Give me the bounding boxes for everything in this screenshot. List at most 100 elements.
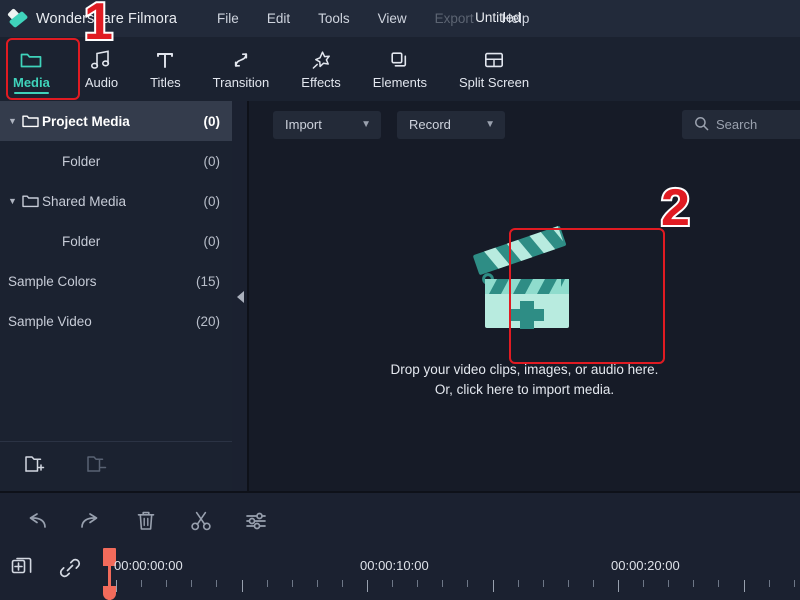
folder-icon (22, 194, 42, 208)
sidebar-item-count: (0) (203, 153, 221, 169)
ruler-tick-major (367, 580, 368, 592)
ruler-tick-major (116, 580, 117, 592)
tab-elements[interactable]: Elements (357, 37, 443, 101)
ruler-tick-minor (341, 580, 343, 587)
sidebar-item-count: (0) (203, 113, 221, 129)
ruler-area[interactable]: 00:00:00:00 00:00:10:00 00:00:20:00 (103, 548, 800, 600)
media-library-sidebar: ▼ Project Media (0) Folder (0) ▼ Shared … (0, 101, 232, 441)
media-panel-toolbar: Import ▼ Record ▼ Search (249, 101, 800, 148)
ruler-tick-minor (266, 580, 268, 587)
ruler-tick-minor (668, 580, 670, 587)
split-screen-icon (483, 48, 505, 72)
tab-audio[interactable]: Audio (63, 37, 134, 101)
dropzone-line-1: Drop your video clips, images, or audio … (390, 362, 659, 377)
timeline-ruler[interactable]: 00:00:00:00 00:00:10:00 00:00:20:00 (0, 548, 800, 600)
chevron-down-icon[interactable]: ▼ (8, 116, 22, 126)
sidebar-item-sample-colors[interactable]: Sample Colors (15) (0, 261, 232, 301)
search-input[interactable]: Search (716, 117, 757, 132)
sidebar-item-project-folder[interactable]: Folder (0) (0, 141, 232, 181)
folder-icon (22, 114, 42, 128)
dropzone-line-2: Or, click here to import media. (434, 382, 615, 397)
text-t-icon (155, 48, 175, 72)
menu-item-export: Export (434, 11, 474, 26)
sliders-icon[interactable] (242, 507, 270, 535)
link-icon[interactable] (58, 556, 82, 585)
ruler-tick-minor (467, 580, 469, 587)
sidebar-item-label: Sample Video (8, 313, 92, 329)
sidebar-item-count: (15) (195, 273, 220, 289)
ruler-tick-minor (643, 580, 645, 587)
ruler-tick-minor (216, 580, 218, 587)
dropzone-message: Drop your video clips, images, or audio … (391, 360, 659, 400)
search-box[interactable]: Search (682, 110, 800, 139)
tab-media-label: Media (13, 75, 50, 90)
folder-icon (20, 48, 42, 72)
import-button[interactable]: Import ▼ (273, 110, 381, 139)
ruler-tick-minor (542, 580, 544, 587)
timeline-toolbar (0, 493, 800, 548)
app-name: Wondershare Filmora (36, 10, 178, 27)
menu-item-view[interactable]: View (364, 8, 421, 29)
filmora-diamond-logo-icon (6, 7, 30, 31)
sidebar-item-sample-video[interactable]: Sample Video (20) (0, 301, 232, 341)
tab-elements-label: Elements (372, 75, 427, 90)
tab-split-screen-label: Split Screen (459, 75, 530, 90)
sidebar-item-label: Folder (62, 233, 101, 249)
trash-icon[interactable] (132, 507, 160, 535)
tab-transition-label: Transition (212, 75, 270, 90)
scissors-icon[interactable] (187, 507, 215, 535)
menu-item-tools[interactable]: Tools (304, 8, 364, 29)
tool-tab-bar: Media Audio Titles Transition Effects El… (0, 37, 800, 101)
ruler-tick-minor (141, 580, 143, 587)
ruler-tick-minor (166, 580, 168, 587)
menu-item-help[interactable]: Help (488, 8, 544, 29)
media-dropzone[interactable]: Drop your video clips, images, or audio … (249, 148, 800, 491)
sidebar-item-count: (0) (203, 193, 221, 209)
ruler-tick-minor (592, 580, 594, 587)
sidebar-collapse-handle[interactable] (234, 288, 246, 306)
sidebar-item-project-media[interactable]: ▼ Project Media (0) (0, 101, 232, 141)
media-panel: Import ▼ Record ▼ Search Drop your video… (249, 101, 800, 491)
ruler-tick-minor (718, 580, 720, 587)
sidebar-item-count: (0) (203, 233, 221, 249)
sidebar-footer (0, 441, 232, 491)
ruler-label-20: 00:00:20:00 (611, 558, 680, 573)
tab-media[interactable]: Media (0, 37, 63, 101)
ruler-tick-minor (442, 580, 444, 587)
sidebar-item-label: Shared Media (42, 193, 127, 209)
sidebar-item-label: Project Media (42, 113, 130, 129)
import-button-label: Import (285, 117, 322, 132)
chevron-down-icon: ▼ (485, 119, 495, 130)
folder-remove-icon (86, 454, 110, 479)
ruler-tick-major (618, 580, 619, 592)
ruler-tick-major (241, 580, 243, 592)
redo-icon[interactable] (77, 507, 105, 535)
sidebar-item-shared-folder[interactable]: Folder (0) (0, 221, 232, 261)
tab-split-screen[interactable]: Split Screen (443, 37, 545, 101)
record-button[interactable]: Record ▼ (397, 110, 505, 139)
tab-effects[interactable]: Effects (285, 37, 357, 101)
chevron-down-icon: ▼ (361, 119, 371, 130)
tab-titles-label: Titles (150, 75, 181, 90)
sidebar-item-count: (20) (195, 313, 220, 329)
ruler-tick-minor (693, 580, 695, 587)
ruler-tick-minor (793, 580, 795, 587)
ruler-label-10: 00:00:10:00 (360, 558, 429, 573)
ruler-tick-minor (316, 580, 318, 587)
sidebar-item-label: Sample Colors (8, 273, 97, 289)
sidebar-item-shared-media[interactable]: ▼ Shared Media (0) (0, 181, 232, 221)
sparkle-star-icon (310, 48, 332, 72)
menu-item-file[interactable]: File (203, 8, 253, 29)
tab-audio-label: Audio (84, 75, 119, 90)
ruler-tick-minor (291, 580, 293, 587)
menu-item-edit[interactable]: Edit (253, 8, 304, 29)
add-track-icon[interactable] (10, 556, 34, 585)
tab-transition[interactable]: Transition (197, 37, 286, 101)
playhead[interactable] (103, 548, 116, 600)
tab-titles[interactable]: Titles (134, 37, 197, 101)
folder-add-icon[interactable] (24, 454, 48, 479)
chevron-down-icon[interactable]: ▼ (8, 196, 22, 206)
clapperboard-plus-icon[interactable] (463, 221, 587, 334)
record-button-label: Record (409, 117, 451, 132)
undo-icon[interactable] (22, 507, 50, 535)
